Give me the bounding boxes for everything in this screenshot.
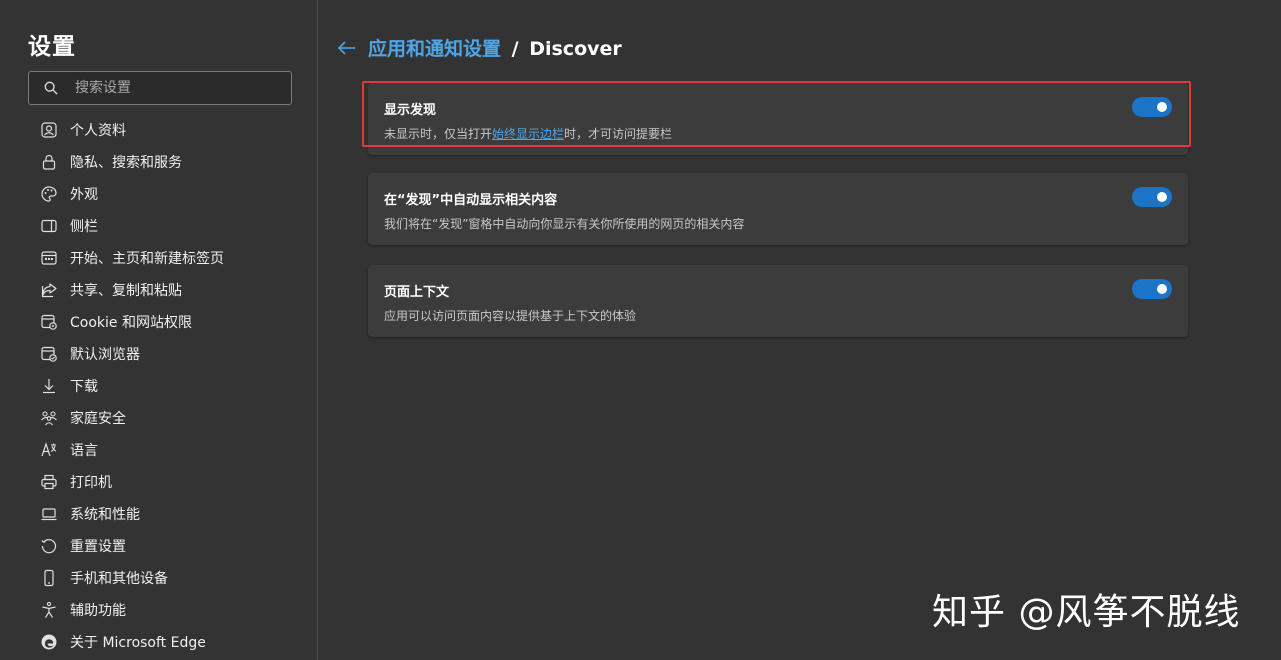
search-icon	[44, 81, 58, 95]
toggle-knob	[1157, 102, 1167, 112]
sidebar-item-privacy[interactable]: 隐私、搜索和服务	[0, 146, 318, 178]
watermark: 知乎 @风筝不脱线	[932, 592, 1241, 633]
setting-title: 在“发现”中自动显示相关内容	[384, 193, 558, 208]
sidebar-item-reset[interactable]: 重置设置	[0, 530, 318, 562]
show-discover-toggle[interactable]	[1132, 97, 1172, 117]
sidebar-item-phone[interactable]: 手机和其他设备	[0, 562, 318, 594]
phone-icon	[44, 569, 54, 587]
lock-icon	[42, 154, 56, 170]
sidebar-item-label: 语言	[70, 443, 98, 459]
laptop-icon	[41, 508, 57, 521]
search-box[interactable]	[28, 71, 292, 105]
sidebar-item-share[interactable]: 共享、复制和粘贴	[0, 274, 318, 306]
settings-title: 设置	[28, 34, 76, 60]
sidebar-item-label: 外观	[70, 187, 98, 203]
breadcrumb-separator: /	[511, 38, 519, 60]
sidebar-item-accessibility[interactable]: 辅助功能	[0, 594, 318, 626]
search-input[interactable]	[73, 79, 273, 97]
browser-icon	[41, 346, 57, 362]
breadcrumb-parent-link[interactable]: 应用和通知设置	[368, 38, 501, 60]
sidebar-item-cookies[interactable]: Cookie 和网站权限	[0, 306, 318, 338]
setting-description: 我们将在“发现”窗格中自动向你显示有关你所使用的网页的相关内容	[384, 217, 745, 231]
cookie-icon	[41, 314, 57, 330]
sidebar-item-system[interactable]: 系统和性能	[0, 498, 318, 530]
sidebar-item-label: 隐私、搜索和服务	[70, 155, 182, 171]
sidebar-item-profile[interactable]: 个人资料	[0, 114, 318, 146]
sidebar-item-start-home[interactable]: 开始、主页和新建标签页	[0, 242, 318, 274]
setting-title: 显示发现	[384, 103, 437, 118]
sidebar-item-appearance[interactable]: 外观	[0, 178, 318, 210]
setting-card-page-context: 页面上下文 应用可以访问页面内容以提供基于上下文的体验	[368, 265, 1188, 337]
palette-icon	[41, 186, 57, 202]
sidebar-item-label: Cookie 和网站权限	[70, 315, 192, 331]
sidebar-item-sidebar[interactable]: 侧栏	[0, 210, 318, 242]
auto-show-related-toggle[interactable]	[1132, 187, 1172, 207]
setting-card-auto-show-related: 在“发现”中自动显示相关内容 我们将在“发现”窗格中自动向你显示有关你所使用的网…	[368, 173, 1188, 245]
download-icon	[43, 379, 55, 394]
settings-nav: 个人资料 隐私、搜索和服务 外观 侧栏 开始、主页和新建标签页 共享、复制和粘贴…	[0, 114, 318, 658]
sidebar-item-languages[interactable]: 语言	[0, 434, 318, 466]
sidebar-item-default-browser[interactable]: 默认浏览器	[0, 338, 318, 370]
main-content: 应用和通知设置 / Discover 显示发现 未显示时，仅当打开始终显示边栏时…	[318, 0, 1281, 660]
profile-icon	[41, 122, 57, 138]
toggle-knob	[1157, 192, 1167, 202]
page-context-toggle[interactable]	[1132, 279, 1172, 299]
sidebar-item-label: 打印机	[70, 475, 112, 491]
setting-title: 页面上下文	[384, 285, 450, 300]
sidebar-item-printers[interactable]: 打印机	[0, 466, 318, 498]
reset-icon	[41, 539, 57, 554]
edge-icon	[41, 634, 57, 650]
back-arrow-icon[interactable]	[336, 37, 358, 59]
always-show-sidebar-link[interactable]: 始终显示边栏	[492, 127, 564, 141]
sidebar-item-label: 重置设置	[70, 539, 126, 555]
sidebar-item-label: 手机和其他设备	[70, 571, 168, 587]
printer-icon	[41, 474, 57, 490]
setting-description: 未显示时，仅当打开始终显示边栏时，才可访问提要栏	[384, 125, 672, 142]
sidebar-item-label: 个人资料	[70, 123, 126, 139]
sidebar-item-label: 家庭安全	[70, 411, 126, 427]
sidebar: 设置 个人资料 隐私、搜索和服务	[0, 0, 318, 660]
sidebar-item-label: 开始、主页和新建标签页	[70, 251, 224, 267]
page-title: Discover	[529, 38, 622, 60]
sidebar-item-about[interactable]: 关于 Microsoft Edge	[0, 626, 318, 658]
sidebar-item-family-safety[interactable]: 家庭安全	[0, 402, 318, 434]
sidebar-icon	[41, 219, 57, 233]
sidebar-item-label: 共享、复制和粘贴	[70, 283, 182, 299]
setting-card-show-discover: 显示发现 未显示时，仅当打开始终显示边栏时，才可访问提要栏	[368, 83, 1188, 155]
family-icon	[41, 411, 57, 426]
toggle-knob	[1157, 284, 1167, 294]
language-icon	[41, 442, 57, 457]
setting-description: 应用可以访问页面内容以提供基于上下文的体验	[384, 309, 637, 323]
share-icon	[41, 283, 57, 298]
sidebar-item-label: 侧栏	[70, 219, 98, 235]
sidebar-item-label: 辅助功能	[70, 603, 126, 619]
sidebar-item-label: 系统和性能	[70, 507, 140, 523]
sidebar-item-downloads[interactable]: 下载	[0, 370, 318, 402]
sidebar-item-label: 关于 Microsoft Edge	[70, 635, 206, 651]
breadcrumb: 应用和通知设置 / Discover	[368, 34, 622, 61]
home-icon	[41, 251, 57, 265]
page-header: 应用和通知设置 / Discover	[336, 34, 622, 61]
accessibility-icon	[42, 601, 56, 618]
sidebar-item-label: 下载	[70, 379, 98, 395]
setting-description-suffix: 时，才可访问提要栏	[564, 127, 673, 141]
sidebar-item-label: 默认浏览器	[70, 347, 140, 363]
setting-description-prefix: 未显示时，仅当打开	[384, 127, 493, 141]
